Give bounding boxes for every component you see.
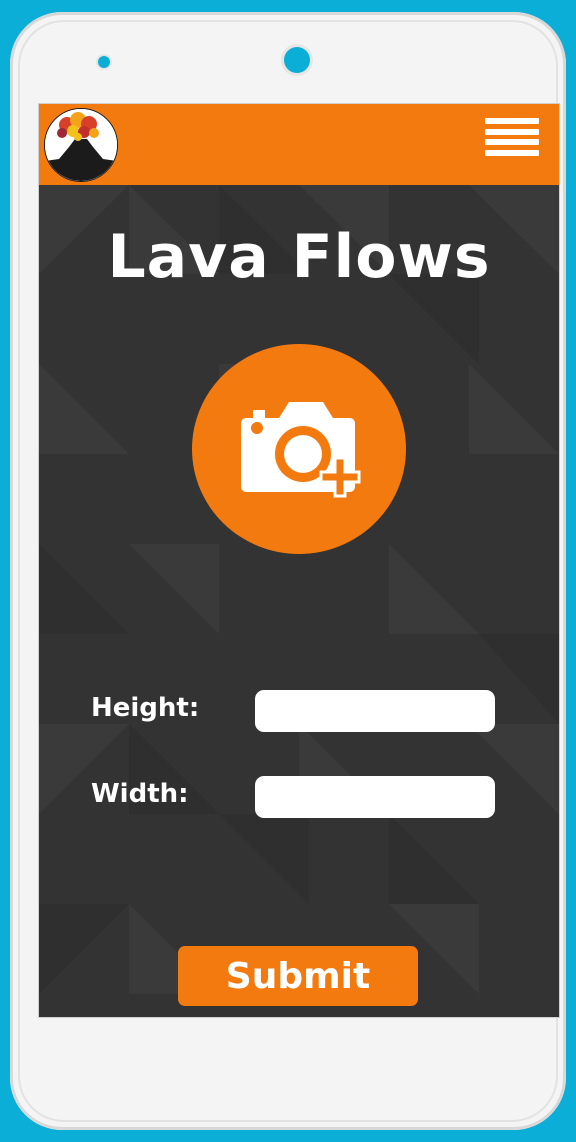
proximity-sensor — [98, 56, 110, 68]
app-header — [39, 104, 559, 185]
app-screen: Lava Flows Height: Width: Submit — [38, 103, 560, 1018]
submit-button[interactable]: Submit — [178, 946, 418, 1006]
camera-add-icon — [241, 402, 361, 498]
menu-bar — [485, 139, 539, 145]
phone-frame: Lava Flows Height: Width: Submit — [10, 12, 566, 1130]
menu-bar — [485, 149, 539, 156]
add-photo-button[interactable] — [192, 344, 406, 554]
hamburger-menu-icon[interactable] — [485, 118, 539, 162]
height-label: Height: — [91, 693, 200, 723]
width-input[interactable] — [255, 776, 495, 818]
front-camera — [284, 47, 310, 73]
height-input[interactable] — [255, 690, 495, 732]
width-label: Width: — [91, 779, 189, 809]
page-title: Lava Flows — [107, 222, 491, 292]
volcano-icon[interactable] — [44, 108, 118, 182]
menu-bar — [485, 128, 539, 135]
menu-bar — [485, 118, 539, 124]
